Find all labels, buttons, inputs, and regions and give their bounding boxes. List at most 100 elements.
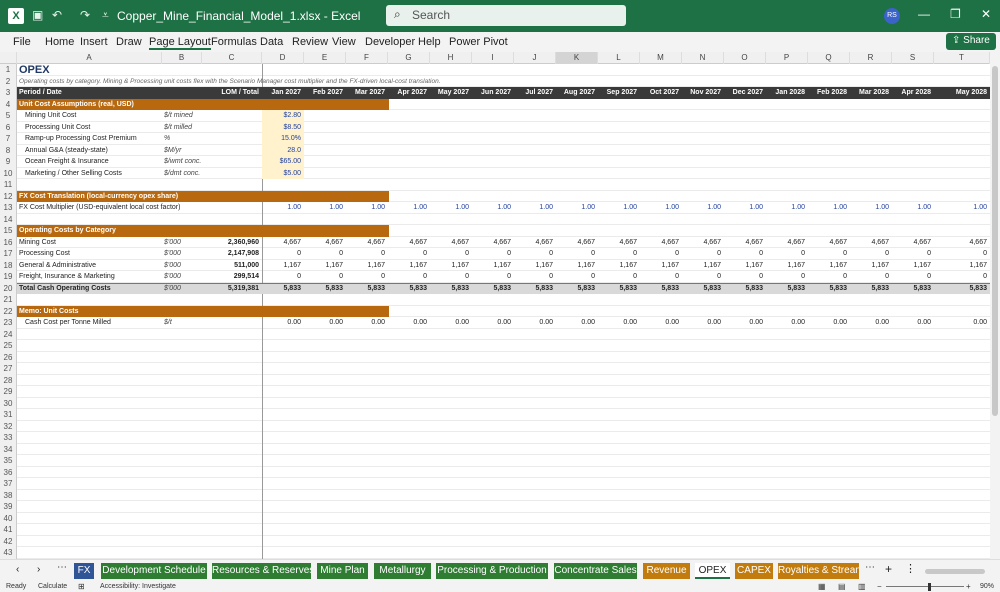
- memo-value[interactable]: 0.00: [430, 317, 472, 329]
- opex-value[interactable]: 4,667: [430, 237, 472, 249]
- row-header[interactable]: 41: [0, 524, 17, 536]
- header-period-label[interactable]: Period / Date: [17, 87, 162, 99]
- total-value[interactable]: 5,833: [640, 283, 682, 295]
- menu-insert[interactable]: Insert: [80, 36, 108, 48]
- row-header[interactable]: 30: [0, 397, 17, 409]
- header-period[interactable]: Jun 2027: [472, 87, 514, 99]
- total-value[interactable]: 5,833: [388, 283, 430, 295]
- row-header[interactable]: 14: [0, 213, 17, 225]
- memo-value[interactable]: 0.00: [556, 317, 598, 329]
- opex-value[interactable]: 0: [724, 271, 766, 283]
- column-header-A[interactable]: A: [17, 52, 162, 64]
- memo-value[interactable]: 0.00: [682, 317, 724, 329]
- header-period[interactable]: Aug 2027: [556, 87, 598, 99]
- memo-value[interactable]: 0.00: [304, 317, 346, 329]
- menu-formulas[interactable]: Formulas: [211, 36, 257, 48]
- row-header[interactable]: 17: [0, 248, 17, 260]
- column-header-D[interactable]: D: [262, 52, 304, 64]
- total-label[interactable]: Total Cash Operating Costs: [17, 283, 162, 295]
- row-header[interactable]: 36: [0, 466, 17, 478]
- zoom-slider-handle[interactable]: [928, 583, 931, 591]
- close-icon[interactable]: ✕: [981, 7, 991, 21]
- opex-unit[interactable]: $'000: [162, 248, 202, 260]
- menu-power-pivot[interactable]: Power Pivot: [449, 36, 508, 48]
- fx-multiplier-value[interactable]: 1.00: [892, 202, 934, 214]
- assumption-label[interactable]: Processing Unit Cost: [17, 122, 162, 134]
- customize-qat-icon[interactable]: ⩡: [102, 8, 109, 23]
- column-header-P[interactable]: P: [766, 52, 808, 64]
- opex-value[interactable]: 0: [598, 271, 640, 283]
- vertical-scrollbar[interactable]: [990, 52, 1000, 559]
- row-header[interactable]: 11: [0, 179, 17, 191]
- row-header[interactable]: 9: [0, 156, 17, 168]
- opex-value[interactable]: 0: [514, 271, 556, 283]
- row-header[interactable]: 34: [0, 443, 17, 455]
- minimize-icon[interactable]: —: [918, 7, 930, 21]
- total-value[interactable]: 5,833: [808, 283, 850, 295]
- search-box[interactable]: ⌕ Search: [386, 5, 626, 26]
- header-period[interactable]: Feb 2028: [808, 87, 850, 99]
- header-period[interactable]: Mar 2028: [850, 87, 892, 99]
- worksheet-grid[interactable]: OPEX Operating costs by category. Mining …: [17, 64, 990, 559]
- calculate-button[interactable]: Calculate: [38, 583, 67, 590]
- opex-value[interactable]: 0: [808, 248, 850, 260]
- opex-value[interactable]: 0: [388, 271, 430, 283]
- memo-value[interactable]: 0.00: [724, 317, 766, 329]
- column-header-F[interactable]: F: [346, 52, 388, 64]
- opex-value[interactable]: 0: [640, 248, 682, 260]
- opex-label[interactable]: General & Administrative: [17, 260, 162, 272]
- opex-value[interactable]: 4,667: [934, 237, 990, 249]
- row-header[interactable]: 28: [0, 374, 17, 386]
- opex-value[interactable]: 0: [766, 271, 808, 283]
- opex-value[interactable]: 1,167: [682, 260, 724, 272]
- row-header[interactable]: 39: [0, 501, 17, 513]
- total-value[interactable]: 5,833: [304, 283, 346, 295]
- opex-value[interactable]: 1,167: [346, 260, 388, 272]
- menu-page-layout[interactable]: Page Layout: [149, 36, 211, 50]
- row-header[interactable]: 16: [0, 236, 17, 248]
- opex-value[interactable]: 1,167: [262, 260, 304, 272]
- row-header[interactable]: 42: [0, 535, 17, 547]
- row-header[interactable]: 25: [0, 340, 17, 352]
- zoom-in-icon[interactable]: +: [966, 582, 971, 591]
- memo-value[interactable]: 0.00: [346, 317, 388, 329]
- opex-label[interactable]: Freight, Insurance & Marketing: [17, 271, 162, 283]
- opex-value[interactable]: 0: [304, 271, 346, 283]
- column-header-I[interactable]: I: [472, 52, 514, 64]
- normal-view-icon[interactable]: ▦: [818, 582, 826, 591]
- opex-value[interactable]: 0: [262, 271, 304, 283]
- column-header-C[interactable]: C: [202, 52, 262, 64]
- zoom-out-icon[interactable]: −: [877, 582, 882, 591]
- opex-value[interactable]: 0: [766, 248, 808, 260]
- scroll-thumb[interactable]: [992, 66, 998, 416]
- select-all-corner[interactable]: [0, 52, 17, 64]
- opex-value[interactable]: 4,667: [724, 237, 766, 249]
- page-title[interactable]: OPEX: [17, 64, 304, 75]
- menu-help[interactable]: Help: [418, 36, 441, 48]
- opex-value[interactable]: 0: [724, 248, 766, 260]
- fx-multiplier-label[interactable]: FX Cost Multiplier (USD-equivalent local…: [17, 202, 202, 214]
- opex-value[interactable]: 1,167: [892, 260, 934, 272]
- opex-total[interactable]: 299,514: [202, 271, 262, 283]
- opex-value[interactable]: 0: [892, 248, 934, 260]
- assumption-unit[interactable]: $/wmt conc.: [162, 156, 202, 168]
- fx-multiplier-value[interactable]: 1.00: [556, 202, 598, 214]
- opex-value[interactable]: 0: [262, 248, 304, 260]
- opex-value[interactable]: 1,167: [472, 260, 514, 272]
- header-period[interactable]: Mar 2027: [346, 87, 388, 99]
- opex-value[interactable]: 0: [388, 248, 430, 260]
- row-header[interactable]: 18: [0, 259, 17, 271]
- sheet-options-icon[interactable]: ⋮: [905, 562, 916, 575]
- opex-value[interactable]: 1,167: [640, 260, 682, 272]
- fx-multiplier-value[interactable]: 1.00: [514, 202, 556, 214]
- column-header-K[interactable]: K: [556, 52, 598, 64]
- memo-label[interactable]: Cash Cost per Tonne Milled: [17, 317, 162, 329]
- save-icon[interactable]: ▣: [32, 8, 43, 22]
- row-header[interactable]: 26: [0, 351, 17, 363]
- total-value[interactable]: 5,833: [724, 283, 766, 295]
- fx-multiplier-value[interactable]: 1.00: [640, 202, 682, 214]
- row-header[interactable]: 24: [0, 328, 17, 340]
- column-header-N[interactable]: N: [682, 52, 724, 64]
- sheet-tab-fx[interactable]: FX: [74, 563, 94, 579]
- opex-value[interactable]: 4,667: [598, 237, 640, 249]
